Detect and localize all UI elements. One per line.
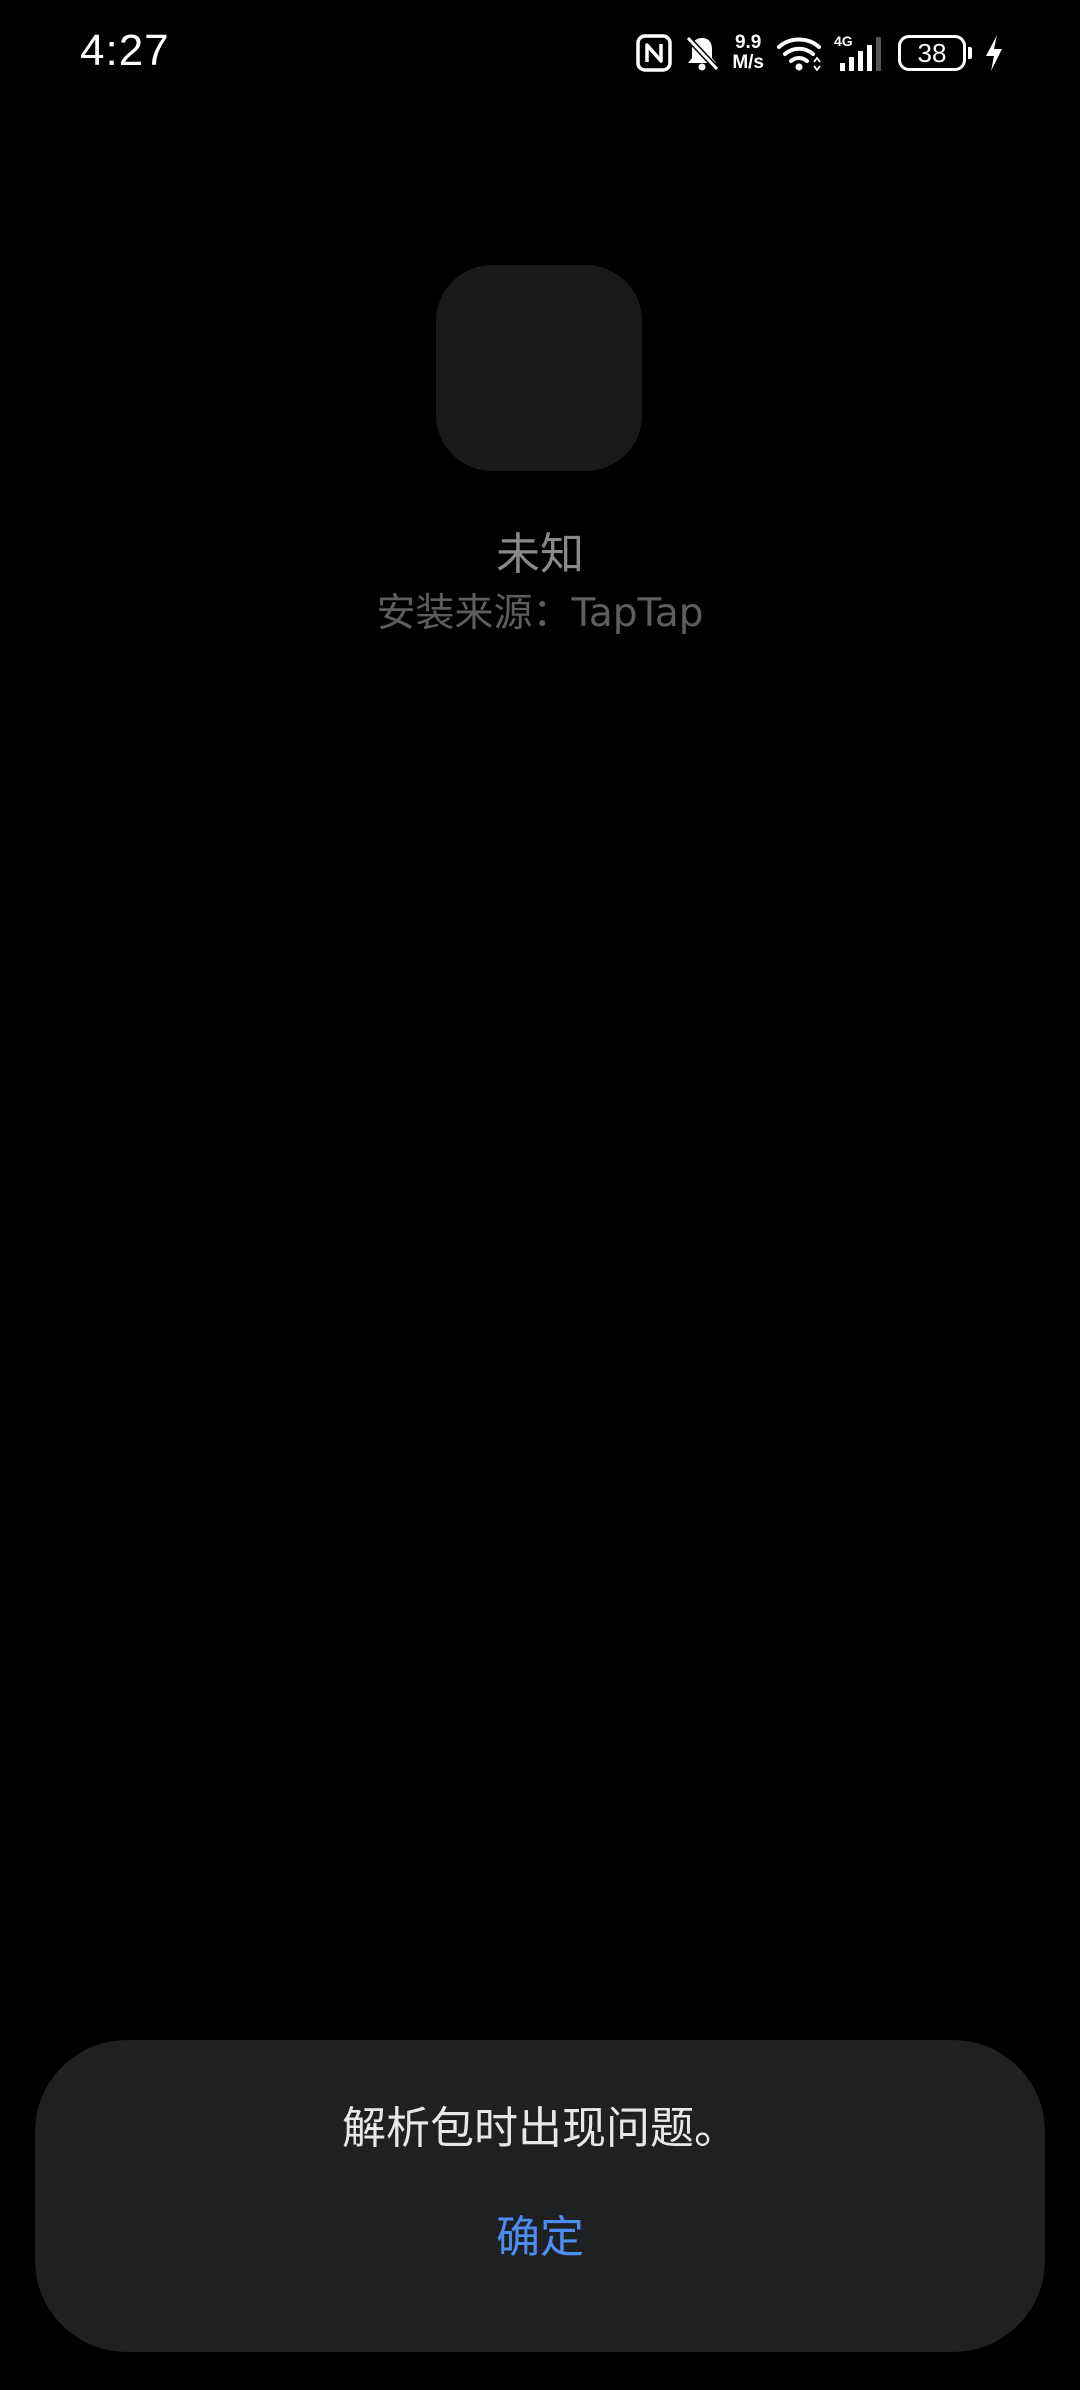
nfc-icon [636,34,673,72]
confirm-button[interactable]: 确定 [440,2200,640,2276]
status-icons: 9.9 M/s 4G 38 [636,28,1004,78]
svg-text:4G: 4G [834,33,853,49]
charging-icon [984,34,1004,72]
signal-icon: 4G [834,33,886,73]
network-speed-value: 9.9 [734,32,762,53]
battery-level: 38 [898,35,966,71]
network-speed-unit: M/s [732,52,764,73]
mute-bell-icon [684,34,720,72]
error-dialog [35,2040,1045,2352]
battery-nub [968,47,972,59]
status-time: 4:27 [80,26,170,75]
status-bar: 4:27 9.9 M/s 4G 38 [0,0,1080,110]
install-source: 安装来源：TapTap [376,591,704,636]
dialog-message: 解析包时出现问题。 [342,2103,738,2154]
app-name: 未知 [496,529,584,580]
battery-icon: 38 [898,35,972,71]
app-icon-placeholder [436,265,642,471]
network-speed: 9.9 M/s [732,33,764,73]
wifi-icon [776,35,822,71]
